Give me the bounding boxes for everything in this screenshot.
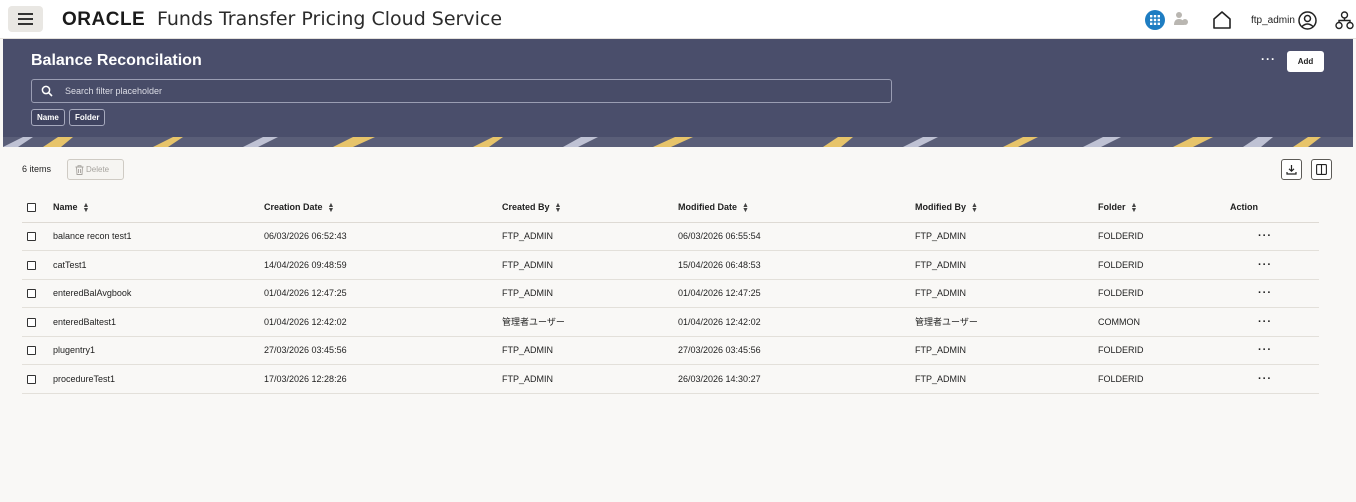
- row-actions-icon[interactable]: ···: [1230, 364, 1319, 394]
- search-icon: [41, 85, 53, 97]
- cell-folder: FOLDERID: [1098, 250, 1230, 280]
- cell-creation-date: 14/04/2026 09:48:59: [264, 250, 502, 280]
- download-icon: [1286, 165, 1297, 175]
- columns-icon: [1316, 164, 1327, 175]
- more-options-icon[interactable]: ···: [1261, 52, 1276, 66]
- row-checkbox[interactable]: [27, 346, 36, 356]
- column-header-modified-by[interactable]: Modified By ▲ ▼: [915, 193, 1098, 223]
- cell-modified-by: FTP_ADMIN: [915, 336, 1098, 365]
- cell-created-by: FTP_ADMIN: [502, 222, 678, 251]
- data-table: Name ▲ ▼ Creation Date ▲ ▼ Created By ▲ ▼ Modi…: [22, 193, 1319, 394]
- cell-modified-by: 管理者ユーザー: [915, 307, 1098, 337]
- items-count: 6 items: [22, 164, 52, 174]
- cell-folder: FOLDERID: [1098, 364, 1230, 394]
- org-chart-icon[interactable]: [1335, 11, 1354, 30]
- person-icon[interactable]: [1174, 11, 1188, 27]
- cell-creation-date: 01/04/2026 12:42:02: [264, 307, 502, 337]
- cell-modified-by: FTP_ADMIN: [915, 364, 1098, 394]
- add-button[interactable]: Add: [1287, 51, 1324, 72]
- username[interactable]: ftp_admin: [1251, 15, 1295, 26]
- home-icon[interactable]: [1212, 10, 1232, 30]
- table-row[interactable]: enteredBalAvgbook 01/04/2026 12:47:25 FT…: [22, 279, 1319, 308]
- column-header-modified-date[interactable]: Modified Date ▲ ▼: [678, 193, 915, 223]
- cell-name[interactable]: plugentry1: [53, 336, 264, 365]
- row-actions-icon[interactable]: ···: [1230, 307, 1319, 337]
- column-header-name[interactable]: Name ▲ ▼: [53, 193, 264, 223]
- row-actions-icon[interactable]: ···: [1230, 250, 1319, 280]
- select-all-checkbox[interactable]: [27, 203, 36, 213]
- cell-name[interactable]: enteredBalAvgbook: [53, 279, 264, 308]
- table-row[interactable]: balance recon test1 06/03/2026 06:52:43 …: [22, 222, 1319, 251]
- row-checkbox[interactable]: [27, 317, 36, 327]
- columns-button[interactable]: [1311, 159, 1332, 180]
- column-header-folder[interactable]: Folder ▲ ▼: [1098, 193, 1230, 223]
- cell-created-by: 管理者ユーザー: [502, 307, 678, 337]
- column-header-creation-date[interactable]: Creation Date ▲ ▼: [264, 193, 502, 223]
- delete-button[interactable]: Delete: [67, 159, 124, 180]
- row-actions-icon[interactable]: ···: [1230, 279, 1319, 308]
- delete-label: Delete: [86, 165, 110, 174]
- column-header-created-by[interactable]: Created By ▲ ▼: [502, 193, 678, 223]
- cell-creation-date: 27/03/2026 03:45:56: [264, 336, 502, 365]
- cell-modified-date: 26/03/2026 14:30:27: [678, 364, 915, 394]
- hamburger-menu-icon[interactable]: [8, 6, 43, 32]
- app-title: Funds Transfer Pricing Cloud Service: [157, 8, 503, 30]
- cell-modified-by: FTP_ADMIN: [915, 279, 1098, 308]
- cell-creation-date: 01/04/2026 12:47:25: [264, 279, 502, 308]
- table-row[interactable]: catTest1 14/04/2026 09:48:59 FTP_ADMIN 1…: [22, 250, 1319, 280]
- user-avatar-icon[interactable]: [1298, 11, 1317, 30]
- filter-chip-name[interactable]: Name: [31, 109, 65, 126]
- sort-icon[interactable]: ▲ ▼: [555, 202, 562, 214]
- cell-creation-date: 06/03/2026 06:52:43: [264, 222, 502, 251]
- sort-icon[interactable]: ▲ ▼: [971, 202, 978, 214]
- oracle-logo: ORACLE: [62, 9, 146, 30]
- cell-name[interactable]: catTest1: [53, 250, 264, 280]
- cell-created-by: FTP_ADMIN: [502, 364, 678, 394]
- cell-modified-date: 27/03/2026 03:45:56: [678, 336, 915, 365]
- page-title: Balance Reconcilation: [31, 52, 202, 69]
- table-row[interactable]: procedureTest1 17/03/2026 12:28:26 FTP_A…: [22, 364, 1319, 394]
- row-checkbox[interactable]: [27, 232, 36, 242]
- row-actions-icon[interactable]: ···: [1230, 222, 1319, 251]
- cell-folder: COMMON: [1098, 307, 1230, 337]
- table-header-row: Name ▲ ▼ Creation Date ▲ ▼ Created By ▲ ▼ Modi…: [22, 193, 1319, 223]
- row-checkbox[interactable]: [27, 289, 36, 299]
- cell-creation-date: 17/03/2026 12:28:26: [264, 364, 502, 394]
- sort-icon[interactable]: ▲ ▼: [1131, 202, 1138, 214]
- table-row[interactable]: plugentry1 27/03/2026 03:45:56 FTP_ADMIN…: [22, 336, 1319, 365]
- banner-decoration: [3, 137, 1353, 147]
- sort-icon[interactable]: ▲ ▼: [742, 202, 749, 214]
- sort-icon[interactable]: ▲ ▼: [83, 202, 90, 214]
- table-row[interactable]: enteredBaltest1 01/04/2026 12:42:02 管理者ユ…: [22, 307, 1319, 337]
- cell-modified-date: 01/04/2026 12:47:25: [678, 279, 915, 308]
- download-button[interactable]: [1281, 159, 1302, 180]
- sort-icon[interactable]: ▲ ▼: [328, 202, 335, 214]
- cell-modified-date: 06/03/2026 06:55:54: [678, 222, 915, 251]
- trash-icon: [75, 165, 84, 175]
- grid-icon[interactable]: [1145, 10, 1165, 30]
- cell-modified-date: 01/04/2026 12:42:02: [678, 307, 915, 337]
- cell-name[interactable]: balance recon test1: [53, 222, 264, 251]
- cell-created-by: FTP_ADMIN: [502, 250, 678, 280]
- cell-created-by: FTP_ADMIN: [502, 279, 678, 308]
- top-bar: ORACLE Funds Transfer Pricing Cloud Serv…: [0, 0, 1356, 39]
- row-checkbox[interactable]: [27, 260, 36, 270]
- cell-folder: FOLDERID: [1098, 222, 1230, 251]
- cell-folder: FOLDERID: [1098, 279, 1230, 308]
- cell-modified-date: 15/04/2026 06:48:53: [678, 250, 915, 280]
- cell-name[interactable]: enteredBaltest1: [53, 307, 264, 337]
- cell-folder: FOLDERID: [1098, 336, 1230, 365]
- cell-modified-by: FTP_ADMIN: [915, 222, 1098, 251]
- column-header-action: Action: [1230, 193, 1319, 223]
- cell-modified-by: FTP_ADMIN: [915, 250, 1098, 280]
- cell-name[interactable]: procedureTest1: [53, 364, 264, 394]
- filter-chip-folder[interactable]: Folder: [69, 109, 106, 126]
- search-input[interactable]: Search filter placeholder: [31, 79, 892, 103]
- search-placeholder: Search filter placeholder: [65, 86, 163, 96]
- page-banner: Balance Reconcilation ··· Add Search fil…: [3, 39, 1353, 147]
- row-actions-icon[interactable]: ···: [1230, 336, 1319, 365]
- cell-created-by: FTP_ADMIN: [502, 336, 678, 365]
- row-checkbox[interactable]: [27, 374, 36, 384]
